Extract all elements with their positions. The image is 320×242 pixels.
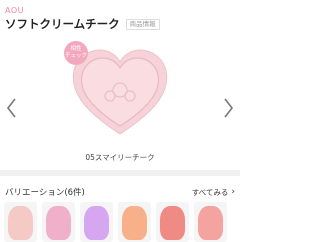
page-title: ソフトクリームチーク — [5, 17, 120, 31]
swatch-color — [122, 206, 147, 240]
swatch-color — [8, 206, 33, 240]
variation-swatch[interactable] — [194, 202, 227, 242]
variation-swatch[interactable] — [156, 202, 189, 242]
chevron-right-icon[interactable] — [223, 96, 235, 120]
chevron-right-icon: › — [231, 187, 235, 197]
variation-swatch[interactable] — [4, 202, 37, 242]
swatch-color — [46, 206, 71, 240]
variation-swatch[interactable] — [42, 202, 75, 242]
product-info-tag[interactable]: 商品情報 — [125, 18, 160, 30]
title-row: ソフトクリームチーク 商品情報 — [5, 16, 160, 32]
compatibility-check-badge[interactable]: 相性 チェック — [64, 41, 88, 65]
swatch-color — [84, 206, 109, 240]
section-divider — [0, 170, 240, 176]
product-name: 05スマイリーチーク — [85, 153, 155, 162]
variation-swatch[interactable] — [80, 202, 113, 242]
see-all-link[interactable]: すべてみる › — [192, 187, 235, 198]
swatch-color — [160, 206, 185, 240]
brand-name: AOU — [5, 6, 24, 15]
variation-swatches — [4, 202, 232, 242]
swatch-color — [198, 206, 223, 240]
variation-swatch[interactable] — [118, 202, 151, 242]
variations-header: バリエーション(6件) すべてみる › — [5, 186, 235, 198]
variations-title: バリエーション(6件) — [5, 188, 85, 198]
chevron-left-icon[interactable] — [5, 96, 17, 120]
product-image[interactable] — [70, 48, 170, 138]
